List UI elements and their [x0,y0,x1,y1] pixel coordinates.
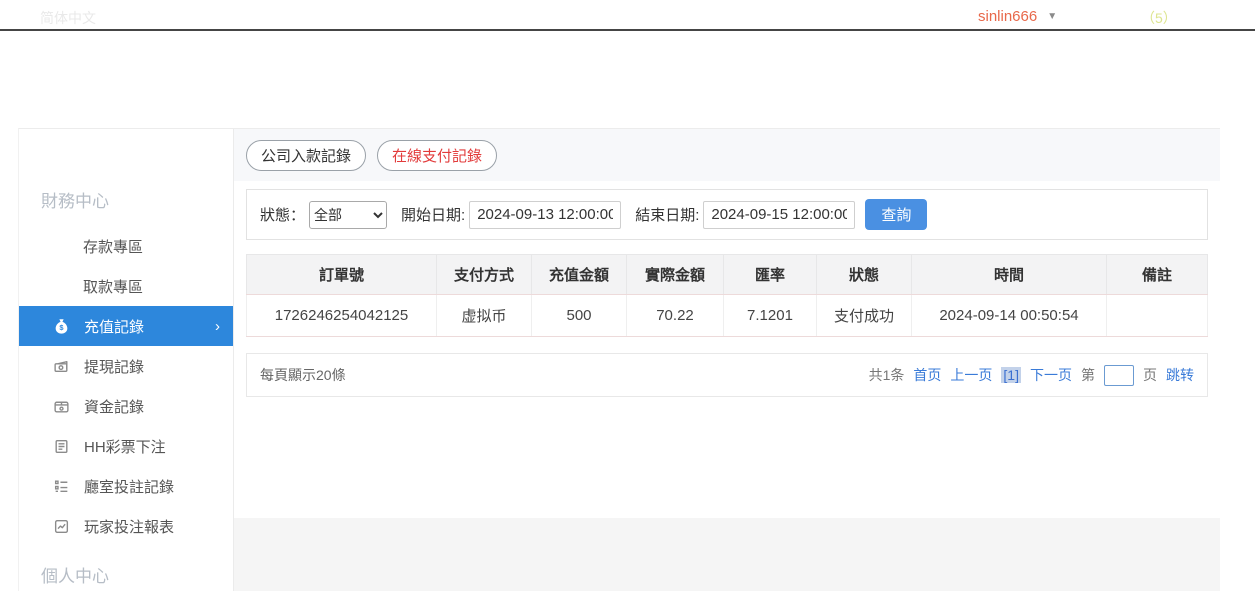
pager: 共1条 首页 上一页 [1] 下一页 第 页 跳转 [869,365,1194,386]
next-page-link[interactable]: 下一页 [1030,365,1072,385]
sidebar-item-lottery-bets[interactable]: HH彩票下注 [19,426,233,466]
chevron-right-icon: › [215,318,220,335]
sidebar-item-recharge-records[interactable]: $ 充值記錄 › [19,306,233,346]
content-body: 狀態： 全部 開始日期: 結束日期: 查詢 [234,181,1220,498]
sidebar-item-label: 玩家投注報表 [84,516,174,537]
cell-payment-method: 虚拟币 [437,295,532,337]
sidebar-heading-personal: 個人中心 [19,562,233,587]
sidebar-heading-finance: 財務中心 [19,187,233,212]
sidebar-item-deposit-zone[interactable]: 存款專區 [19,226,233,266]
sidebar-item-player-bet-report[interactable]: 玩家投注報表 [19,506,233,546]
cell-status: 支付成功 [817,295,912,337]
tab-online-payment-records[interactable]: 在線支付記錄 [377,140,497,171]
notification-count[interactable]: （5） [1141,8,1177,28]
tabs-strip: 公司入款記錄 在線支付記錄 [234,129,1220,181]
jump-suffix-label: 页 [1143,365,1157,385]
start-date-label: 開始日期: [401,204,465,225]
cell-actual-amount: 70.22 [627,295,724,337]
col-exchange-rate: 匯率 [724,255,817,295]
col-remark: 備註 [1107,255,1208,295]
current-page[interactable]: [1] [1001,367,1021,383]
jump-prefix-label: 第 [1081,365,1095,385]
cell-remark [1107,295,1208,337]
table-header-row: 訂單號 支付方式 充值金額 實際金額 匯率 狀態 時間 備註 [247,255,1208,295]
col-status: 狀態 [817,255,912,295]
jump-link[interactable]: 跳转 [1166,365,1194,385]
username: sinlin666 [978,8,1037,25]
page-size-text: 每頁顯示20條 [260,365,346,385]
end-date-input[interactable] [703,201,855,229]
col-order-number: 訂單號 [247,255,437,295]
end-date-label: 結束日期: [635,204,699,225]
prev-page-link[interactable]: 上一页 [950,365,992,385]
sidebar-item-label: 存款專區 [83,236,143,257]
document-icon [53,438,70,455]
sidebar-item-label: 廳室投註記錄 [84,476,174,497]
status-label: 狀態： [260,204,305,225]
filter-bar: 狀態： 全部 開始日期: 結束日期: 查詢 [246,189,1208,240]
records-table-wrap: 訂單號 支付方式 充值金額 實際金額 匯率 狀態 時間 備註 172624625 [246,254,1208,337]
chart-icon [53,518,70,535]
table-row: 1726246254042125 虚拟币 500 70.22 7.1201 支付… [247,295,1208,337]
language-switch[interactable]: 简体中文 [40,8,96,28]
cell-order-number: 1726246254042125 [247,295,437,337]
cell-recharge-amount: 500 [532,295,627,337]
sidebar-item-withdrawal-records[interactable]: 提現記錄 [19,346,233,386]
main-wrapper: 財務中心 存款專區 取款專區 $ 充值記錄 › 提現記錄 [18,128,1220,591]
start-date-input[interactable] [469,201,621,229]
sidebar-item-label: 充值記錄 [84,316,144,337]
sidebar-item-label: 資金記錄 [84,396,144,417]
list-icon [53,478,70,495]
banknote-icon [53,358,70,375]
wallet-icon [53,398,70,415]
total-count: 共1条 [869,365,905,385]
content-footer-area [234,518,1220,591]
sidebar-item-room-bet-records[interactable]: 廳室投註記錄 [19,466,233,506]
chevron-down-icon: ▼ [1047,11,1057,22]
money-bag-icon: $ [53,318,70,335]
col-actual-amount: 實際金額 [627,255,724,295]
col-payment-method: 支付方式 [437,255,532,295]
first-page-link[interactable]: 首页 [913,365,941,385]
search-button[interactable]: 查詢 [865,199,927,230]
sidebar-item-label: HH彩票下注 [84,436,166,457]
page-number-input[interactable] [1104,365,1134,386]
topbar: 简体中文 sinlin666 ▼ （5） [0,0,1255,31]
content-area: 公司入款記錄 在線支付記錄 狀態： 全部 開始日期: 結束日期: 查詢 [234,129,1220,591]
status-select[interactable]: 全部 [309,201,387,229]
sidebar-item-funds-records[interactable]: 資金記錄 [19,386,233,426]
sidebar-item-withdraw-zone[interactable]: 取款專區 [19,266,233,306]
cell-time: 2024-09-14 00:50:54 [912,295,1107,337]
sidebar-item-label: 提現記錄 [84,356,144,377]
user-menu[interactable]: sinlin666 ▼ [978,8,1057,25]
col-recharge-amount: 充值金額 [532,255,627,295]
col-time: 時間 [912,255,1107,295]
sidebar-item-label: 取款專區 [83,276,143,297]
pagination-bar: 每頁顯示20條 共1条 首页 上一页 [1] 下一页 第 页 跳转 [246,353,1208,397]
sidebar: 財務中心 存款專區 取款專區 $ 充值記錄 › 提現記錄 [19,129,234,591]
tab-company-deposit-records[interactable]: 公司入款記錄 [246,140,366,171]
records-table: 訂單號 支付方式 充值金額 實際金額 匯率 狀態 時間 備註 172624625 [246,254,1208,337]
cell-exchange-rate: 7.1201 [724,295,817,337]
